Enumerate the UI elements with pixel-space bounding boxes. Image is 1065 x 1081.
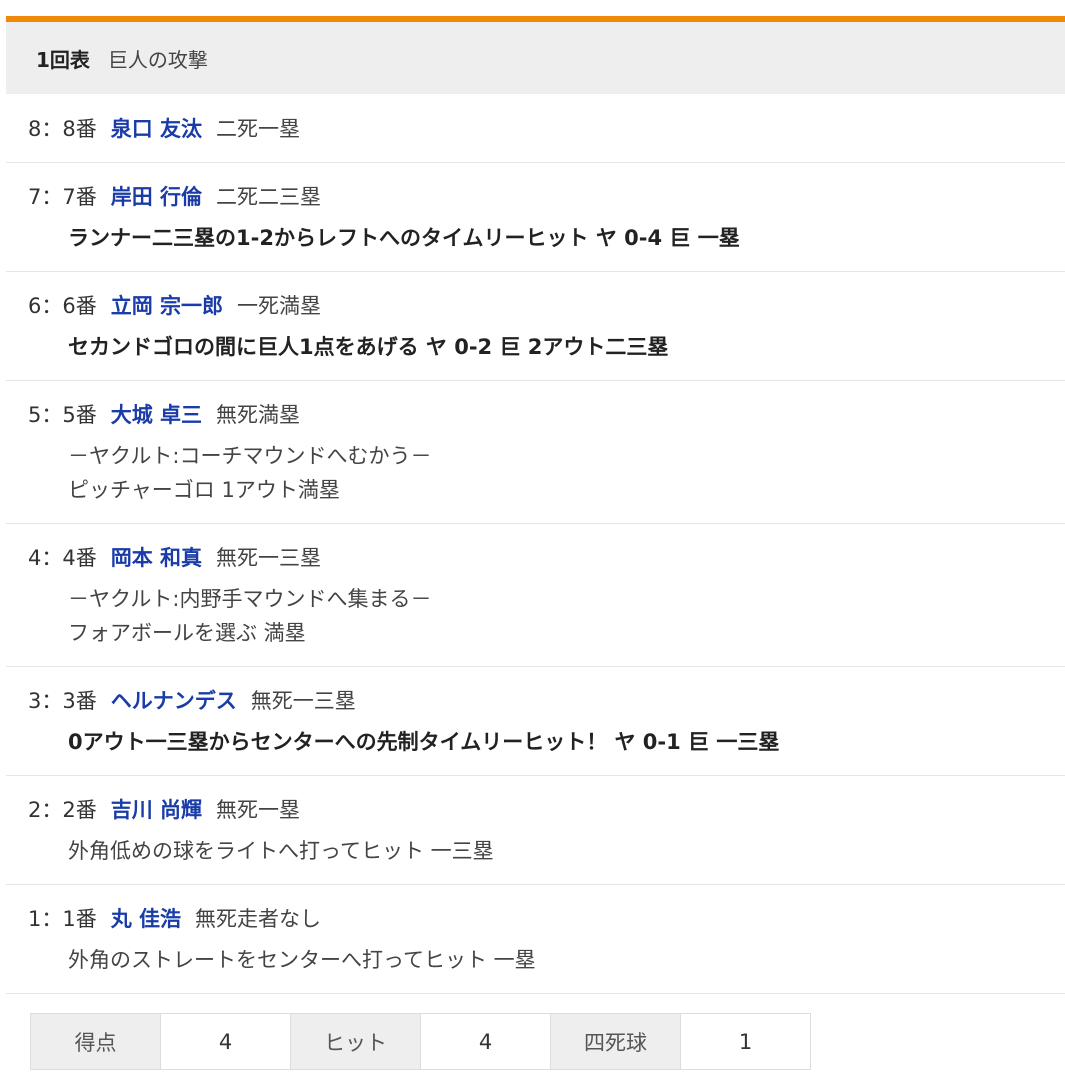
batting-order: 4：4番: [28, 546, 97, 570]
plate-appearance: 8：8番 泉口 友汰 二死一塁: [6, 94, 1065, 163]
plate-appearance-header: 4：4番 岡本 和真 無死一三塁: [28, 524, 1065, 582]
play-details: 外角低めの球をライトへ打ってヒット 一三塁: [28, 834, 1065, 884]
base-out-situation: 無死一三塁: [216, 546, 322, 570]
base-out-situation: 一死満塁: [237, 294, 322, 318]
walks-label: 四死球: [550, 1013, 681, 1070]
player-name-link[interactable]: 岡本 和真: [111, 542, 202, 572]
batting-order: 1：1番: [28, 907, 97, 931]
plate-appearance: 2：2番 吉川 尚輝 無死一塁外角低めの球をライトへ打ってヒット 一三塁: [6, 776, 1065, 885]
play-details: 外角のストレートをセンターへ打ってヒット 一塁: [28, 943, 1065, 993]
batting-order: 8：8番: [28, 117, 97, 141]
plate-appearance-header: 1：1番丸 佳浩 無死走者なし: [28, 885, 1065, 943]
play-description: －ヤクルト:内野手マウンドへ集まる－: [68, 587, 432, 611]
walks-value: 1: [680, 1013, 811, 1070]
base-out-situation: 無死満塁: [216, 403, 301, 427]
play-details: 0アウト一三塁からセンターへの先制タイムリーヒット！ ヤ 0-1 巨 一三塁: [28, 725, 1065, 775]
plate-appearance: 6：6番 立岡 宗一郎 一死満塁セカンドゴロの間に巨人1点をあげる ヤ 0-2 巨 …: [6, 272, 1065, 381]
play-details: －ヤクルト:コーチマウンドへむかう－ ピッチャーゴロ 1アウト満塁: [28, 439, 1065, 523]
player-name-link[interactable]: ヘルナンデス: [111, 685, 237, 715]
summary-row: 得点 4 ヒット 4 四死球 1: [30, 1013, 811, 1070]
plate-appearance-header: 7：7番 岸田 行倫 二死二三塁: [28, 163, 1065, 221]
plate-appearance: 5：5番 大城 卓三 無死満塁 －ヤクルト:コーチマウンドへむかう－ ピッチャーゴロ 1…: [6, 381, 1065, 524]
batting-order: 6：6番: [28, 294, 97, 318]
player-name-link[interactable]: 岸田 行倫: [111, 181, 202, 211]
play-description: 外角低めの球をライトへ打ってヒット 一三塁: [68, 839, 494, 863]
play-description: －ヤクルト:コーチマウンドへむかう－: [68, 444, 432, 468]
play-description: 外角のストレートをセンターへ打ってヒット 一塁: [68, 948, 536, 972]
base-out-situation: 二死二三塁: [216, 185, 322, 209]
player-name-link[interactable]: 立岡 宗一郎: [111, 290, 223, 320]
inning-play-by-play: 1回表 巨人の攻撃 8：8番 泉口 友汰 二死一塁 7：7番 岸田 行倫 二死二三塁 ランナ…: [0, 0, 1065, 1081]
batting-order: 2：2番: [28, 798, 97, 822]
inning-summary-table: 得点 4 ヒット 4 四死球 1: [30, 1013, 811, 1070]
plate-appearance: 4：4番 岡本 和真 無死一三塁 －ヤクルト:内野手マウンドへ集まる－ フォアボールを選…: [6, 524, 1065, 667]
inning-team-attack: 巨人の攻撃: [107, 47, 208, 72]
plate-appearance-header: 2：2番 吉川 尚輝 無死一塁: [28, 776, 1065, 834]
scoring-play-description: 0アウト一三塁からセンターへの先制タイムリーヒット！ ヤ 0-1 巨 一三塁: [68, 730, 780, 754]
plate-appearance-header: 3：3番 ヘルナンデス 無死一三塁: [28, 667, 1065, 725]
plate-appearance-header: 8：8番 泉口 友汰 二死一塁: [28, 94, 1065, 162]
scoring-play-description: ランナー二三塁の1-2からレフトへのタイムリーヒット ヤ 0-4 巨 一塁: [68, 226, 740, 250]
inning-label: 1回表: [36, 47, 90, 72]
plate-appearance: 1：1番丸 佳浩 無死走者なし外角のストレートをセンターへ打ってヒット 一塁: [6, 885, 1065, 994]
plate-appearance-list: 8：8番 泉口 友汰 二死一塁 7：7番 岸田 行倫 二死二三塁 ランナー二三塁の1-2から…: [6, 94, 1065, 994]
base-out-situation: 無死一塁: [216, 798, 301, 822]
play-description: ピッチャーゴロ 1アウト満塁: [68, 478, 340, 502]
hits-value: 4: [420, 1013, 551, 1070]
hits-label: ヒット: [290, 1013, 421, 1070]
plate-appearance-header: 5：5番 大城 卓三 無死満塁: [28, 381, 1065, 439]
player-name-link[interactable]: 丸 佳浩: [111, 903, 181, 933]
plate-appearance: 3：3番 ヘルナンデス 無死一三塁 0アウト一三塁からセンターへの先制タイムリーヒット…: [6, 667, 1065, 776]
runs-label: 得点: [30, 1013, 161, 1070]
batting-order: 5：5番: [28, 403, 97, 427]
player-name-link[interactable]: 泉口 友汰: [111, 113, 202, 143]
batting-order: 7：7番: [28, 185, 97, 209]
base-out-situation: 無死走者なし: [195, 907, 322, 931]
player-name-link[interactable]: 大城 卓三: [111, 399, 202, 429]
play-details: セカンドゴロの間に巨人1点をあげる ヤ 0-2 巨 2アウト二三塁: [28, 330, 1065, 380]
play-details: －ヤクルト:内野手マウンドへ集まる－ フォアボールを選ぶ 満塁: [28, 582, 1065, 666]
batting-order: 3：3番: [28, 689, 97, 713]
player-name-link[interactable]: 吉川 尚輝: [111, 794, 202, 824]
play-details: ランナー二三塁の1-2からレフトへのタイムリーヒット ヤ 0-4 巨 一塁: [28, 221, 1065, 271]
base-out-situation: 無死一三塁: [250, 689, 356, 713]
base-out-situation: 二死一塁: [216, 117, 301, 141]
inning-header: 1回表 巨人の攻撃: [6, 16, 1065, 94]
runs-value: 4: [160, 1013, 291, 1070]
play-description: フォアボールを選ぶ 満塁: [68, 621, 306, 645]
scoring-play-description: セカンドゴロの間に巨人1点をあげる ヤ 0-2 巨 2アウト二三塁: [68, 335, 669, 359]
plate-appearance-header: 6：6番 立岡 宗一郎 一死満塁: [28, 272, 1065, 330]
plate-appearance: 7：7番 岸田 行倫 二死二三塁ランナー二三塁の1-2からレフトへのタイムリーヒット…: [6, 163, 1065, 272]
